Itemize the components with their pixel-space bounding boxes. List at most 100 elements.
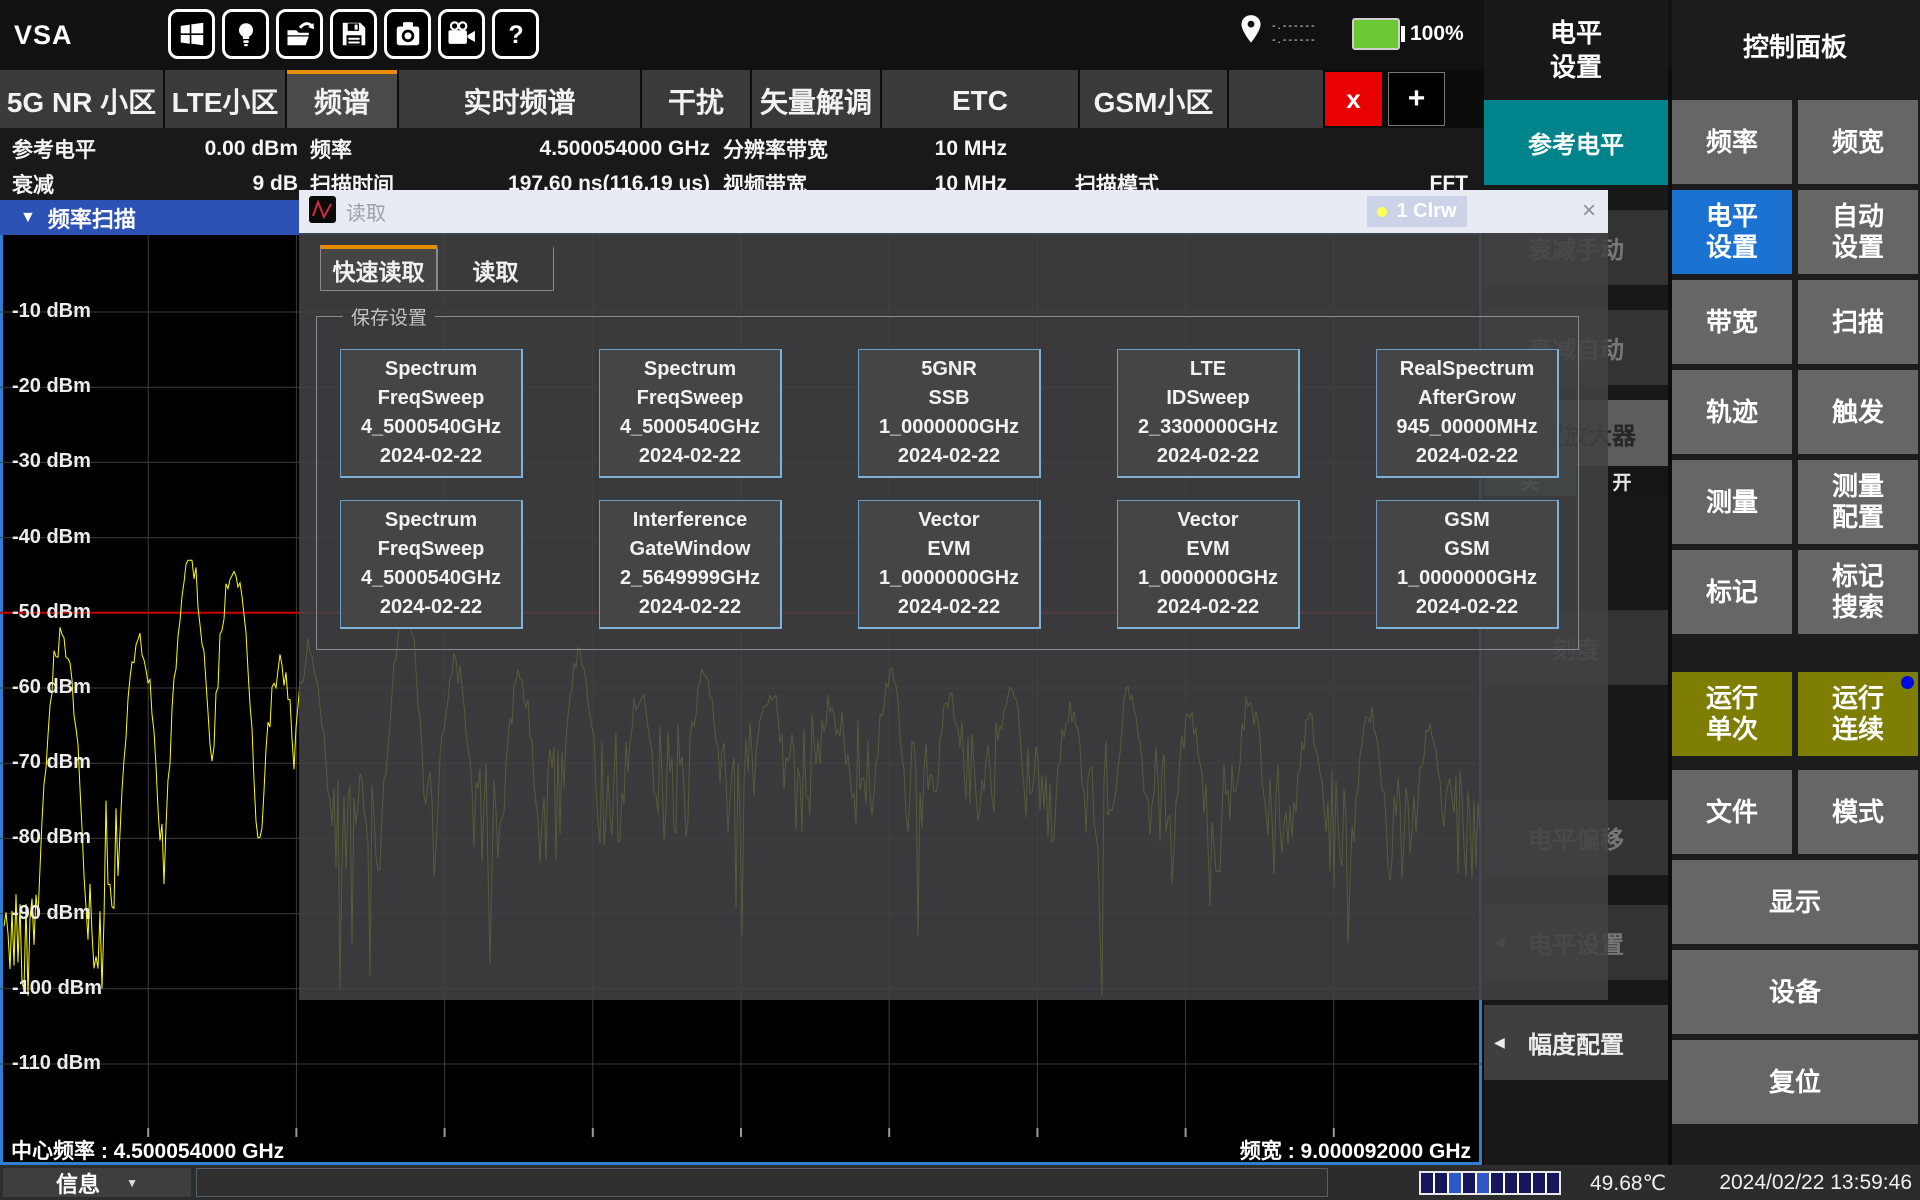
preset-line: 1_0000000GHz: [879, 413, 1019, 442]
ctrl-button-标记[interactable]: 标记: [1672, 550, 1792, 634]
preset-line: 1_0000000GHz: [879, 564, 1019, 593]
location-pin-icon: [1238, 14, 1264, 53]
progress-segment: [1463, 1173, 1475, 1193]
y-axis-label: -30 dBm: [12, 450, 91, 473]
y-axis-label: -40 dBm: [12, 526, 91, 549]
level-button-参考电平[interactable]: 参考电平: [1484, 100, 1668, 185]
read-dialog-body: 快速读取读取 保存设置 SpectrumFreqSweep4_5000540GH…: [299, 233, 1608, 1000]
ctrl-button-带宽[interactable]: 带宽: [1672, 280, 1792, 364]
close-icon[interactable]: ×: [1582, 197, 1596, 225]
plot-footer: 中心频率 : 4.500054000 GHz 频宽 : 9.000092000 …: [3, 1137, 1479, 1162]
save-button[interactable]: [330, 9, 377, 59]
tab-add-button[interactable]: +: [1388, 72, 1445, 126]
progress-segment: [1519, 1173, 1531, 1193]
windows-button[interactable]: [168, 9, 215, 59]
setting-cell: 频率4.500054000 GHz: [310, 133, 710, 165]
ctrl-button-运行连续[interactable]: 运行 连续: [1798, 672, 1918, 756]
preset-line: Vector: [1177, 506, 1238, 535]
y-axis-label: -80 dBm: [12, 826, 91, 849]
preset-line: FreqSweep: [637, 384, 744, 413]
preset-line: 2024-02-22: [1416, 442, 1518, 471]
ctrl-button-频宽[interactable]: 频宽: [1798, 100, 1918, 184]
ctrl-button-频率[interactable]: 频率: [1672, 100, 1792, 184]
preset-line: AfterGrow: [1418, 384, 1516, 413]
dialog-tab-读取[interactable]: 读取: [437, 245, 554, 291]
help-button[interactable]: ?: [492, 9, 539, 59]
ctrl-button-触发[interactable]: 触发: [1798, 370, 1918, 454]
ctrl-button-文件[interactable]: 文件: [1672, 770, 1792, 854]
preset-button-Vector[interactable]: VectorEVM1_0000000GHz2024-02-22: [1117, 500, 1300, 629]
video-button[interactable]: [438, 9, 485, 59]
ctrl-button-测量[interactable]: 测量: [1672, 460, 1792, 544]
tab-干扰[interactable]: 干扰: [642, 70, 750, 128]
help-icon: ?: [501, 19, 531, 49]
preset-line: Spectrum: [644, 355, 736, 384]
ctrl-button-轨迹[interactable]: 轨迹: [1672, 370, 1792, 454]
svg-text:?: ?: [508, 21, 523, 49]
temperature-readout: 49.68℃: [1590, 1171, 1670, 1196]
preset-line: 4_5000540GHz: [361, 413, 501, 442]
ctrl-button-显示[interactable]: 显示: [1672, 860, 1918, 944]
progress-indicator: [1419, 1171, 1561, 1195]
save-icon: [339, 19, 369, 49]
running-indicator-dot: [1901, 676, 1914, 689]
progress-segment: [1547, 1173, 1559, 1193]
preset-line: 2_5649999GHz: [620, 564, 760, 593]
dialog-title: 读取: [346, 197, 386, 226]
preset-button-RealSpectrum[interactable]: RealSpectrumAfterGrow945_00000MHz2024-02…: [1376, 349, 1559, 478]
preset-line: IDSweep: [1166, 384, 1249, 413]
preset-button-Interference[interactable]: InterferenceGateWindow2_5649999GHz2024-0…: [599, 500, 782, 629]
ctrl-button-测量配置[interactable]: 测量 配置: [1798, 460, 1918, 544]
read-dialog-titlebar[interactable]: 读取 1 Clrw ×: [299, 190, 1608, 233]
preset-line: LTE: [1190, 355, 1226, 384]
control-panel-title: 控制面板: [1672, 20, 1918, 70]
trace-legend-badge: 1 Clrw: [1367, 196, 1467, 227]
ctrl-button-扫描[interactable]: 扫描: [1798, 280, 1918, 364]
waveform-icon: [309, 196, 336, 228]
ctrl-button-电平设置[interactable]: 电平 设置: [1672, 190, 1792, 274]
camera-button[interactable]: [384, 9, 431, 59]
measurement-tab-bar: 5G NR 小区LTE小区频谱实时频谱干扰矢量解调ETCGSM小区 x+: [0, 70, 1484, 128]
setting-label: 参考电平: [12, 134, 96, 164]
tab-close-button[interactable]: x: [1325, 72, 1382, 126]
ctrl-button-标记搜索[interactable]: 标记 搜索: [1798, 550, 1918, 634]
preset-button-Spectrum[interactable]: SpectrumFreqSweep4_5000540GHz2024-02-22: [599, 349, 782, 478]
ctrl-button-运行单次[interactable]: 运行 单次: [1672, 672, 1792, 756]
open-icon: [285, 19, 315, 49]
preset-line: 2024-02-22: [898, 593, 1000, 622]
y-axis-label: -20 dBm: [12, 375, 91, 398]
preset-button-Spectrum[interactable]: SpectrumFreqSweep4_5000540GHz2024-02-22: [340, 500, 523, 629]
dialog-tab-快速读取[interactable]: 快速读取: [320, 245, 437, 291]
bulb-button[interactable]: [222, 9, 269, 59]
tab-实时频谱[interactable]: 实时频谱: [399, 70, 640, 128]
preset-button-GSM[interactable]: GSMGSM1_0000000GHz2024-02-22: [1376, 500, 1559, 629]
tab-ETC[interactable]: ETC: [882, 70, 1078, 128]
tab-频谱[interactable]: 频谱: [287, 70, 397, 128]
open-button[interactable]: [276, 9, 323, 59]
preset-button-Spectrum[interactable]: SpectrumFreqSweep4_5000540GHz2024-02-22: [340, 349, 523, 478]
preset-button-LTE[interactable]: LTEIDSweep2_3300000GHz2024-02-22: [1117, 349, 1300, 478]
windows-icon: [177, 19, 207, 49]
preset-line: Vector: [918, 506, 979, 535]
tab-GSM小区[interactable]: GSM小区: [1080, 70, 1227, 128]
ctrl-button-模式[interactable]: 模式: [1798, 770, 1918, 854]
tab-矢量解调[interactable]: 矢量解调: [752, 70, 880, 128]
preset-line: EVM: [927, 535, 970, 564]
preset-button-5GNR[interactable]: 5GNRSSB1_0000000GHz2024-02-22: [858, 349, 1041, 478]
level-panel-title: 电平 设置: [1484, 8, 1668, 94]
y-axis-label: -50 dBm: [12, 601, 91, 624]
preset-button-Vector[interactable]: VectorEVM1_0000000GHz2024-02-22: [858, 500, 1041, 629]
preset-line: 2024-02-22: [1157, 593, 1259, 622]
center-frequency-readout: 中心频率 : 4.500054000 GHz: [11, 1135, 284, 1165]
ctrl-button-自动设置[interactable]: 自动 设置: [1798, 190, 1918, 274]
ctrl-button-复位[interactable]: 复位: [1672, 1040, 1918, 1124]
progress-segment: [1435, 1173, 1447, 1193]
info-dropdown[interactable]: 信息 ▼: [3, 1168, 191, 1197]
tab-LTE小区[interactable]: LTE小区: [165, 70, 285, 128]
setting-label: 频率: [310, 134, 352, 164]
tab-5G NR 小区[interactable]: 5G NR 小区: [0, 70, 163, 128]
level-button-幅度配置[interactable]: 幅度配置◀: [1484, 1005, 1668, 1080]
preset-line: Spectrum: [385, 506, 477, 535]
ctrl-button-设备[interactable]: 设备: [1672, 950, 1918, 1034]
span-readout: 频宽 : 9.000092000 GHz: [1240, 1135, 1471, 1165]
